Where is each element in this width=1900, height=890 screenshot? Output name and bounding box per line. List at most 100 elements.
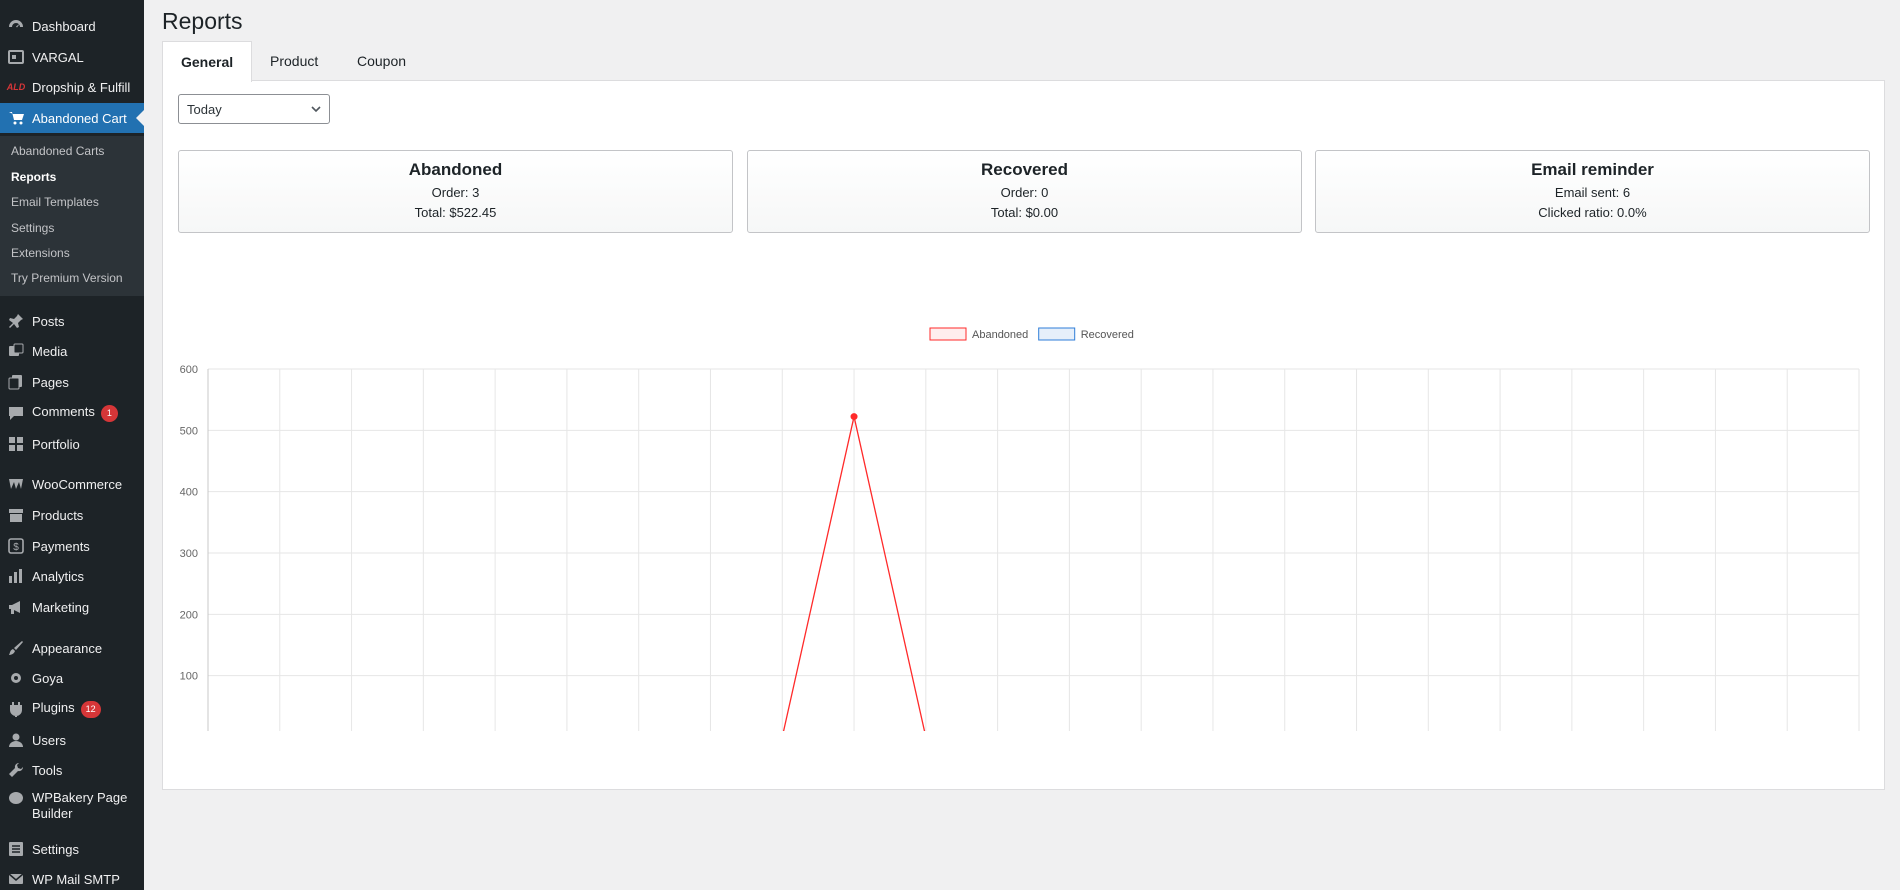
y-tick-label: 300 <box>180 548 198 560</box>
card-order: Order: 0 <box>1000 185 1049 200</box>
card-email-reminder: Email reminder Email sent: 6 Clicked rat… <box>1315 150 1870 233</box>
period-select[interactable]: Today <box>178 94 330 124</box>
sidebar-item-label: WP Mail SMTP <box>32 871 120 887</box>
sidebar-item-marketing[interactable]: Marketing <box>0 592 144 622</box>
legend-swatch-recovered <box>1038 327 1076 341</box>
sidebar-item-label: Media <box>32 343 68 359</box>
submenu-item-try-premium-version[interactable]: Try Premium Version <box>11 271 123 285</box>
settings-icon <box>0 841 32 857</box>
sidebar-item-wpbakery-page-builder[interactable]: WPBakery Page Builder <box>0 786 144 826</box>
card-email-sent: Email sent: 6 <box>1554 185 1631 200</box>
wpbakery-icon <box>0 790 32 806</box>
sidebar-item-tools[interactable]: Tools <box>0 755 144 785</box>
bar-chart-icon <box>0 568 32 584</box>
sidebar-item-portfolio[interactable]: Portfolio <box>0 429 144 459</box>
sidebar-item-products[interactable]: Products <box>0 500 144 530</box>
sidebar-item-label: Comments 1 <box>32 404 118 422</box>
notification-badge: 1 <box>100 404 118 422</box>
report-line-chart: 0100200300400500600012345678910111213141… <box>180 327 1860 731</box>
sidebar-item-label: Users <box>32 732 66 748</box>
sidebar-item-payments[interactable]: $ Payments <box>0 531 144 561</box>
pin-icon <box>0 313 32 329</box>
y-tick-label: 100 <box>180 671 198 683</box>
sidebar-item-label: VARGAL <box>32 49 84 65</box>
pages-icon <box>0 374 32 390</box>
card-abandoned: Abandoned Order: 3 Total: $522.45 <box>178 150 733 233</box>
sidebar-item-dashboard[interactable]: Dashboard <box>0 11 144 41</box>
cart-icon <box>0 110 32 126</box>
tab-general[interactable]: General <box>162 41 253 82</box>
report-panel: Today Abandoned Order: 3 Total: $522.45 … <box>162 80 1885 790</box>
sidebar-item-analytics[interactable]: Analytics <box>0 561 144 591</box>
ald-logo-icon: ALD <box>0 82 32 92</box>
sidebar-item-label: Settings <box>32 841 79 857</box>
gear-icon <box>0 670 32 686</box>
sidebar-item-appearance[interactable]: Appearance <box>0 633 144 663</box>
sidebar-item-comments[interactable]: Comments 1 <box>0 398 144 428</box>
series-line-abandoned <box>782 416 926 731</box>
sidebar-item-label: Goya <box>32 670 64 686</box>
y-tick-label: 200 <box>180 609 198 621</box>
sidebar-item-plugins[interactable]: Plugins 12 <box>0 694 144 724</box>
sidebar-item-label: Posts <box>32 313 65 329</box>
notification-badge: 12 <box>80 700 101 718</box>
tab-product[interactable]: Product <box>252 41 336 81</box>
submenu-item-reports[interactable]: Reports <box>11 170 56 184</box>
ald-logo-text: ALD <box>6 82 26 92</box>
tab-coupon[interactable]: Coupon <box>339 41 424 81</box>
sidebar-item-settings[interactable]: Settings <box>0 834 144 864</box>
sidebar-item-label: Tools <box>32 762 63 778</box>
dollar-icon: $ <box>0 538 32 554</box>
media-icon <box>0 343 32 359</box>
sidebar-item-label: Pages <box>32 374 69 390</box>
archive-icon <box>0 507 32 523</box>
user-icon <box>0 732 32 748</box>
svg-text:$: $ <box>13 542 19 553</box>
sidebar-item-pages[interactable]: Pages <box>0 367 144 397</box>
sidebar-item-label: Appearance <box>32 640 103 656</box>
brush-icon <box>0 640 32 656</box>
sidebar-item-wp-mail-smtp[interactable]: WP Mail SMTP <box>0 864 144 890</box>
submenu-item-extensions[interactable]: Extensions <box>11 246 70 260</box>
portfolio-icon <box>0 436 32 452</box>
sidebar-item-users[interactable]: Users <box>0 725 144 755</box>
sidebar-item-label: WPBakery Page Builder <box>32 790 128 821</box>
card-title: Recovered <box>981 160 1068 179</box>
legend-swatch-abandoned <box>929 327 967 341</box>
card-total: Total: $0.00 <box>990 205 1059 220</box>
sidebar-item-woocommerce[interactable]: WooCommerce <box>0 469 144 499</box>
card-recovered: Recovered Order: 0 Total: $0.00 <box>747 150 1302 233</box>
sidebar-item-media[interactable]: Media <box>0 336 144 366</box>
sidebar-item-label: Portfolio <box>32 436 80 452</box>
card-clicked-ratio: Clicked ratio: 0.0% <box>1538 205 1647 220</box>
submenu-item-abandoned-carts[interactable]: Abandoned Carts <box>11 144 104 158</box>
submenu-item-email-templates[interactable]: Email Templates <box>11 195 99 209</box>
period-select-value: Today <box>187 101 222 117</box>
sidebar-item-label: WooCommerce <box>32 476 123 492</box>
sidebar-item-label: Products <box>32 507 84 523</box>
sidebar-item-abandoned-cart[interactable]: Abandoned Cart <box>0 103 144 133</box>
legend-label: Abandoned <box>972 329 1028 341</box>
sidebar-item-label: Marketing <box>32 599 90 615</box>
wrench-icon <box>0 762 32 778</box>
chevron-down-icon <box>311 106 321 113</box>
vargal-icon <box>0 49 32 65</box>
sidebar-item-label: Abandoned Cart <box>32 110 127 126</box>
page-title: Reports <box>162 8 243 34</box>
mail-icon <box>0 871 32 887</box>
sidebar-item-label: Payments <box>32 538 90 554</box>
data-point-abandoned <box>850 413 858 421</box>
sidebar-item-posts[interactable]: Posts <box>0 306 144 336</box>
sidebar-item-label: Dashboard <box>32 18 96 34</box>
comments-icon <box>0 405 32 421</box>
card-total: Total: $522.45 <box>414 205 497 220</box>
megaphone-icon <box>0 599 32 615</box>
plugin-icon <box>0 701 32 717</box>
submenu-item-settings[interactable]: Settings <box>11 221 54 235</box>
admin-sidebar: Dashboard VARGAL ALD Dropship & Fulfill Aban… <box>0 0 144 890</box>
dashboard-icon <box>0 18 32 34</box>
sidebar-item-vargal[interactable]: VARGAL <box>0 42 144 72</box>
sidebar-item-label: Dropship & Fulfill <box>32 79 131 95</box>
sidebar-item-goya[interactable]: Goya <box>0 663 144 693</box>
sidebar-item-dropship-fulfill[interactable]: ALD Dropship & Fulfill <box>0 72 144 102</box>
